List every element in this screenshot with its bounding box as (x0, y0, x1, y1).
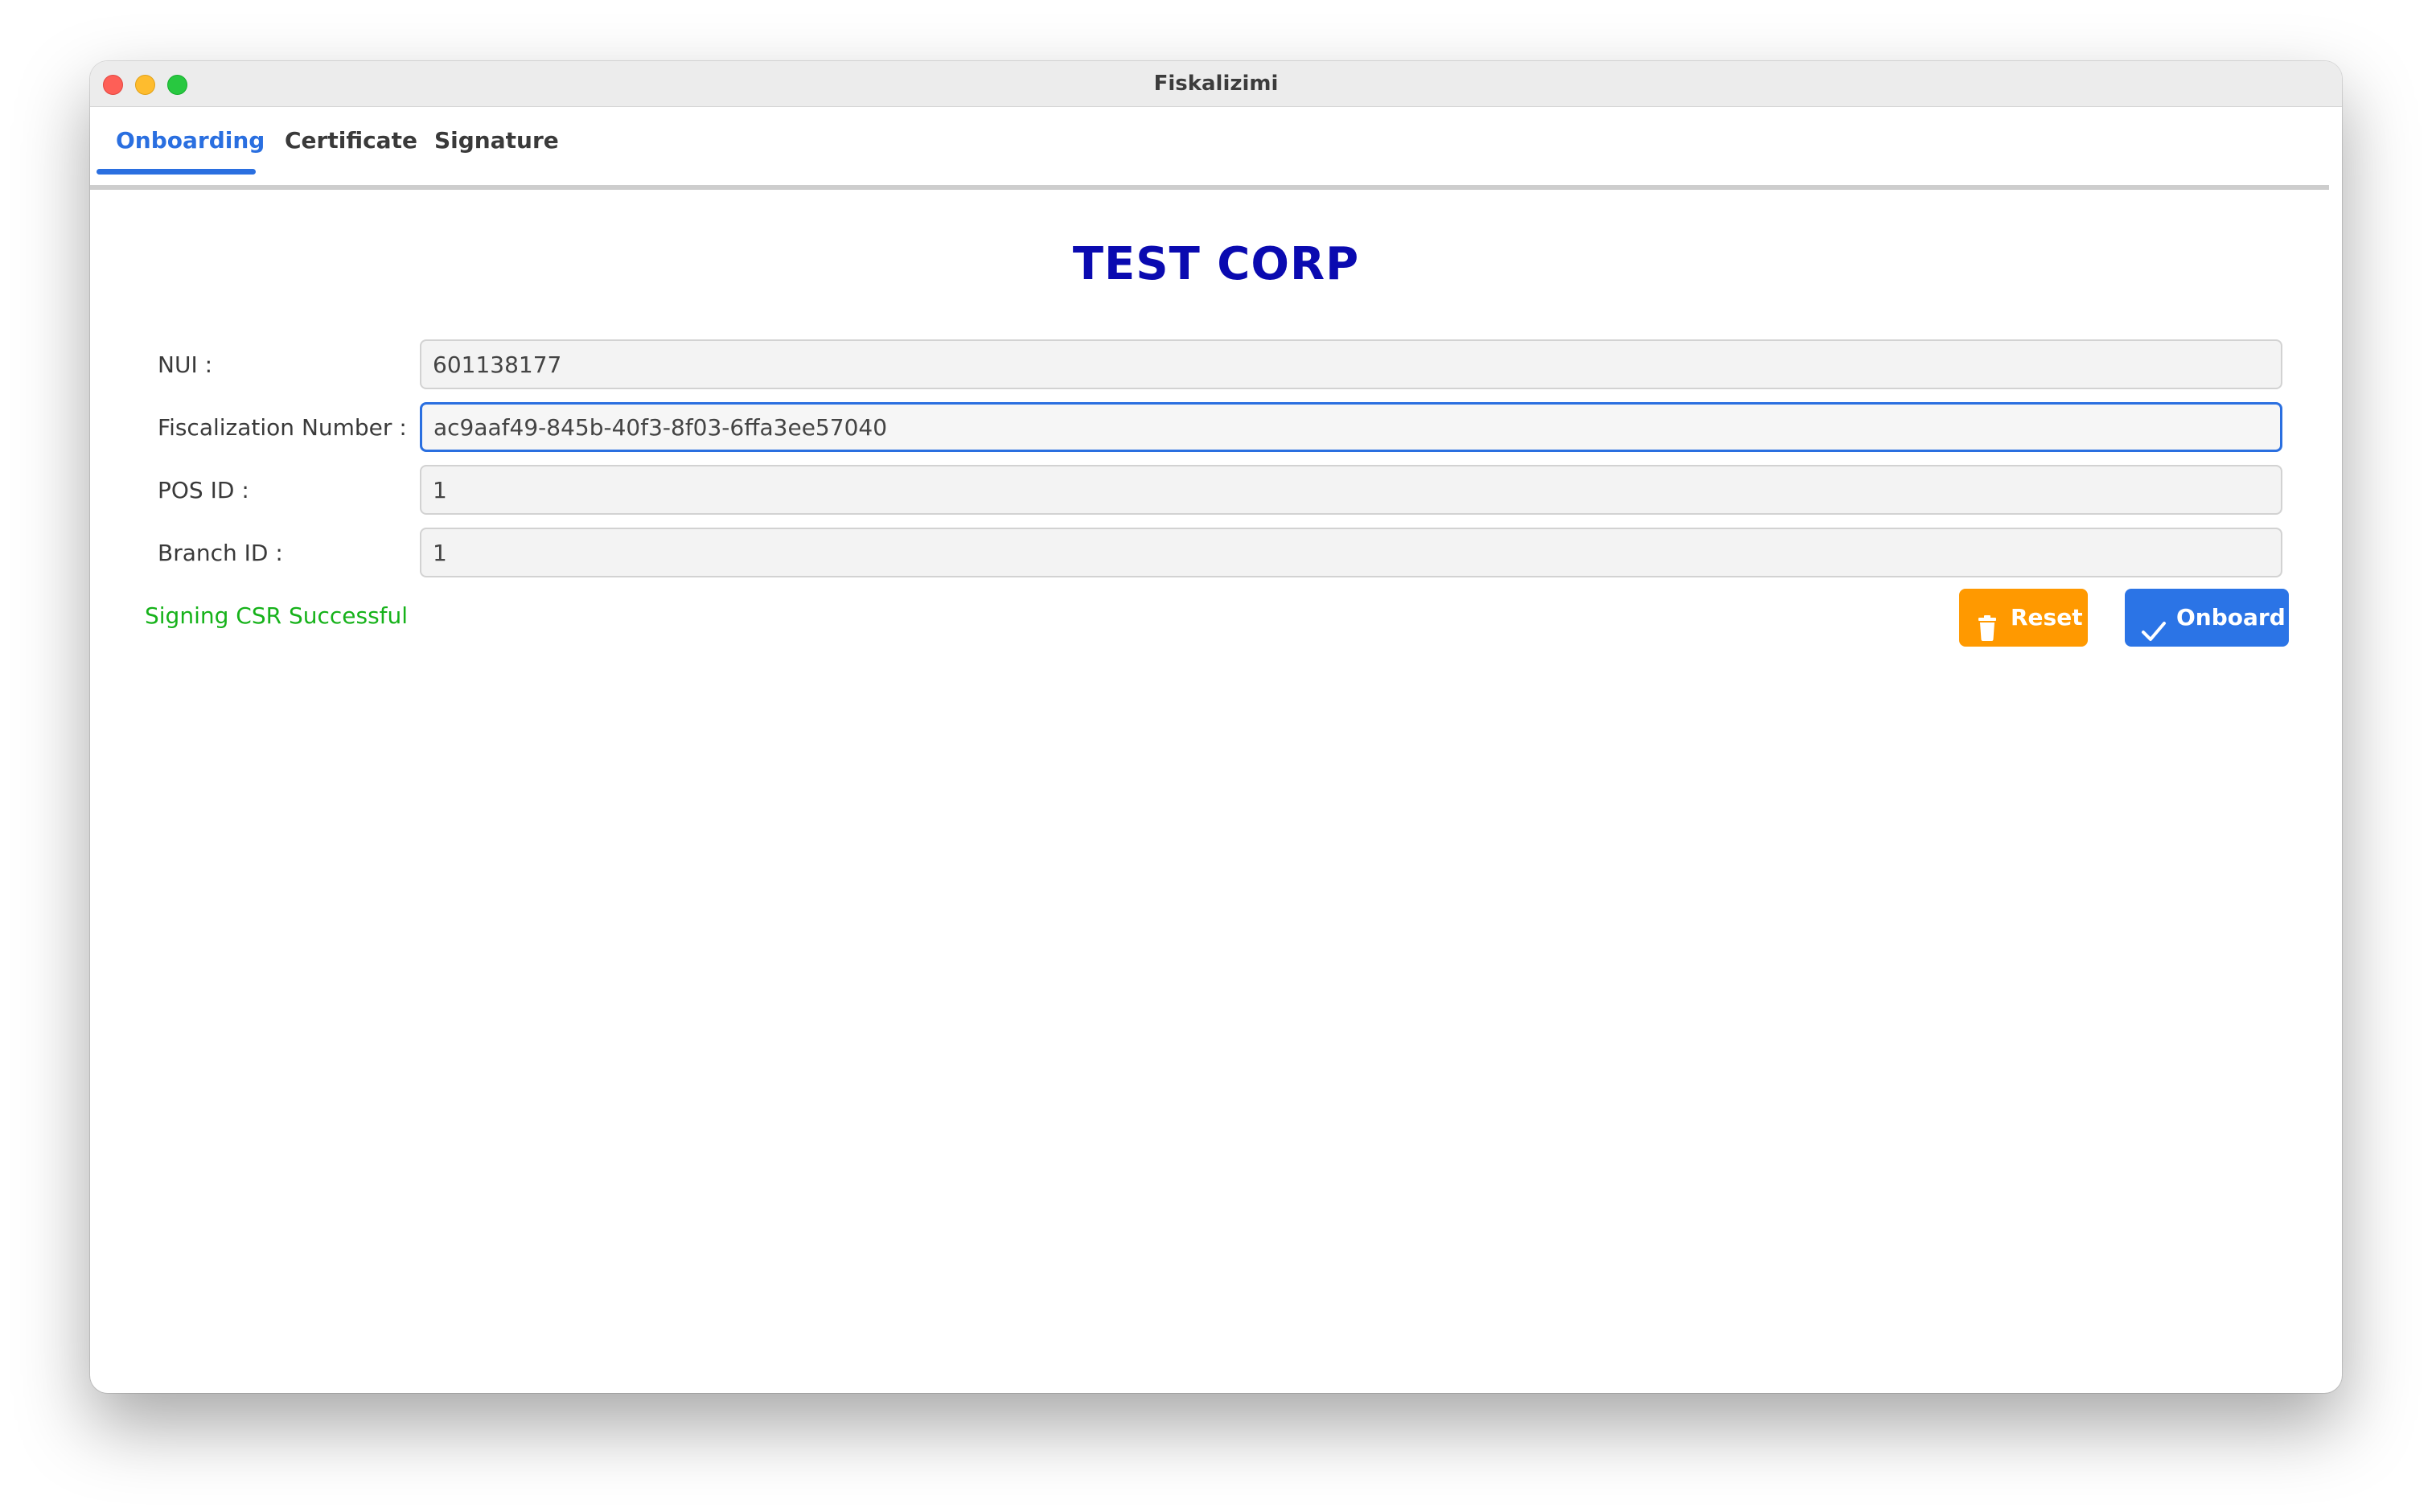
status-message: Signing CSR Successful (145, 602, 409, 629)
app-window: Fiskalizimi Onboarding Certificate Signa… (90, 61, 2342, 1393)
fiscalization-number-input[interactable] (420, 402, 2282, 452)
active-tab-indicator (97, 169, 256, 175)
nui-label: NUI : (158, 351, 213, 378)
window-title: Fiskalizimi (1153, 72, 1279, 96)
nui-input[interactable] (420, 339, 2282, 389)
tab-signature[interactable]: Signature (421, 106, 572, 174)
reset-button[interactable]: Reset (1959, 589, 2088, 647)
onboard-button-label: Onboard (2176, 604, 2286, 631)
checkmark-icon (2141, 606, 2167, 664)
zoom-window-button[interactable] (167, 75, 187, 95)
title-bar[interactable]: Fiskalizimi (90, 61, 2342, 107)
tab-bar-divider (90, 185, 2329, 190)
tab-certificate[interactable]: Certificate (272, 106, 430, 174)
tab-bar: Onboarding Certificate Signature (97, 106, 2335, 174)
reset-button-label: Reset (2011, 604, 2083, 631)
pos-id-input[interactable] (420, 465, 2282, 515)
company-name: TEST CORP (1072, 238, 1360, 290)
nui-row: NUI : (158, 338, 2300, 392)
fiscalization-number-label: Fiscalization Number : (158, 414, 407, 441)
onboard-button[interactable]: Onboard (2125, 589, 2289, 647)
fiscalization-number-row: Fiscalization Number : (158, 401, 2300, 455)
pos-id-row: POS ID : (158, 463, 2300, 518)
branch-id-label: Branch ID : (158, 540, 283, 566)
branch-id-input[interactable] (420, 528, 2282, 577)
branch-id-row: Branch ID : (158, 526, 2300, 581)
pos-id-label: POS ID : (158, 477, 249, 503)
minimize-window-button[interactable] (135, 75, 155, 95)
close-window-button[interactable] (103, 75, 123, 95)
tab-onboarding[interactable]: Onboarding (103, 106, 277, 174)
trash-icon (1977, 605, 1998, 663)
